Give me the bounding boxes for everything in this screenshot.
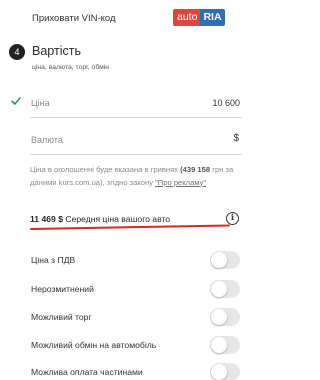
average-price-amount: 11 469 $ [30, 214, 63, 224]
info-uah-amount: (439 158 [180, 165, 211, 174]
section-subtitle: ціна, валюта, торг, обмін [32, 64, 110, 71]
option-exchange-label: Можливий обмін на автомобіль [31, 340, 157, 350]
exchange-toggle[interactable] [210, 336, 240, 354]
option-installments-label: Можлива оплата частинами [31, 367, 143, 377]
vat-toggle[interactable] [210, 251, 240, 269]
currency-symbol[interactable]: $ [233, 133, 239, 144]
currency-select[interactable]: Валюта $ [30, 123, 242, 155]
hide-vin-label[interactable]: Приховати VIN-код [32, 13, 116, 24]
option-vat-label: Ціна з ПДВ [31, 255, 76, 265]
check-icon [11, 97, 21, 105]
red-underline-annotation [29, 224, 230, 230]
logo-ria-text: RIA •• [200, 9, 225, 26]
price-label: Ціна [31, 98, 50, 108]
option-exchange[interactable]: Можливий обмін на автомобіль [30, 331, 242, 360]
price-info-text: Ціна в оголошенні буде вказана в гривнях… [30, 164, 242, 189]
price-value[interactable]: 10 600 [212, 98, 240, 108]
not-cleared-toggle[interactable] [210, 280, 240, 298]
average-price-label: Середня ціна вашого авто [65, 214, 171, 224]
price-field[interactable]: Ціна 10 600 [30, 86, 242, 118]
step-number-badge: 4 [9, 44, 25, 60]
option-bargain[interactable]: Можливий торг [30, 303, 242, 332]
advertising-law-link[interactable]: "Про рекламу" [155, 178, 206, 187]
bargain-toggle[interactable] [210, 308, 240, 326]
installments-toggle[interactable] [210, 363, 240, 380]
info-icon[interactable]: i [226, 212, 239, 225]
option-not-cleared[interactable]: Нерозмитнений [30, 275, 242, 304]
currency-label: Валюта [31, 135, 63, 145]
option-not-cleared-label: Нерозмитнений [31, 284, 94, 294]
vin-row[interactable]: Приховати VIN-код auto RIA •• [0, 0, 250, 38]
section-title: Вартість [32, 44, 81, 58]
average-price-row: 11 469 $ Середня ціна вашого авто [30, 214, 170, 224]
logo-dots: •• [214, 10, 220, 17]
option-installments[interactable]: Можлива оплата частинами [30, 358, 242, 380]
option-bargain-label: Можливий торг [31, 312, 92, 322]
logo-auto-text: auto [173, 9, 201, 26]
info-line1: Ціна в оголошенні буде вказана в гривнях [30, 165, 178, 174]
autoria-logo: auto RIA •• [173, 9, 225, 26]
option-vat[interactable]: Ціна з ПДВ [30, 246, 242, 275]
